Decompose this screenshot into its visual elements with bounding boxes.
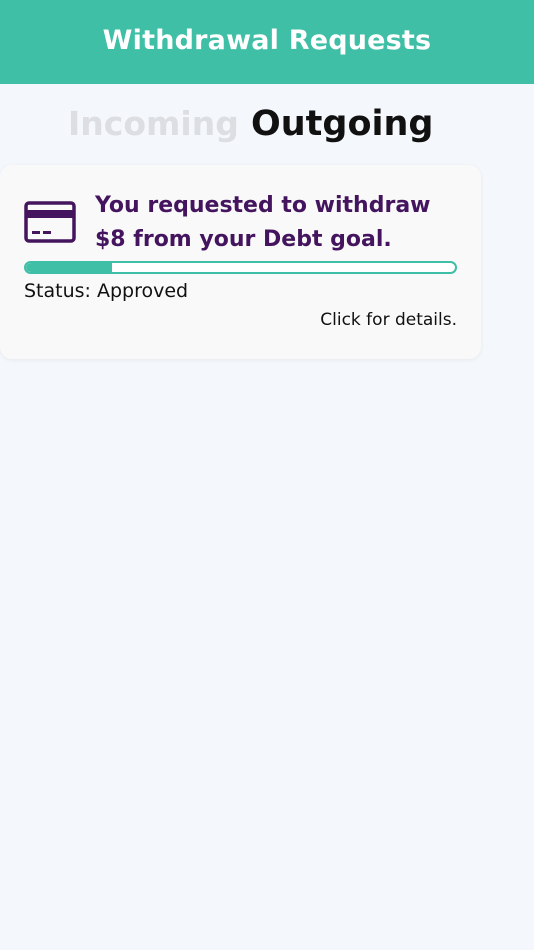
tab-incoming[interactable]: Incoming [68, 96, 239, 152]
credit-card-icon [24, 201, 76, 243]
request-message: You requested to withdraw $8 from your D… [95, 193, 431, 252]
page-title: Withdrawal Requests [102, 24, 432, 56]
tab-outgoing[interactable]: Outgoing [251, 96, 433, 152]
details-link[interactable]: Click for details. [320, 307, 457, 333]
request-progress-fill [26, 263, 112, 272]
app-header: Withdrawal Requests [0, 0, 534, 84]
request-progress-bar [24, 261, 457, 274]
request-status: Status: Approved [24, 280, 189, 302]
tab-bar: Incoming Outgoing [0, 96, 534, 152]
withdrawal-request-card[interactable]: You requested to withdraw $8 from your D… [0, 165, 481, 359]
